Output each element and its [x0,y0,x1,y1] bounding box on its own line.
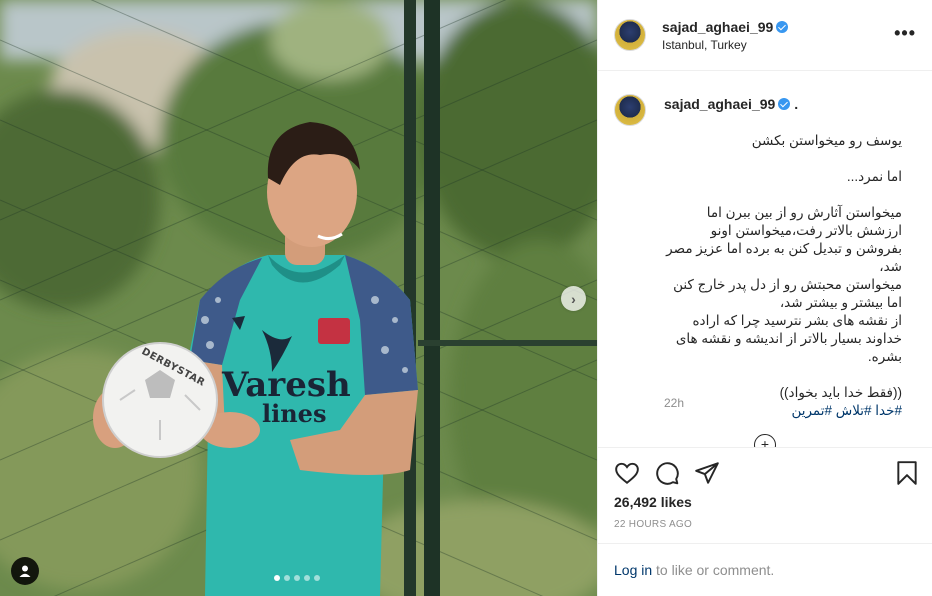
caption-body: یوسف رو میخواستن بکشن اما نمرد... میخواس… [666,133,902,400]
login-link[interactable]: Log in [614,562,652,578]
load-more-comments-icon[interactable]: + [754,434,776,447]
shirt-sponsor-text: Varesh lines [222,368,372,426]
carousel-dot [284,575,290,581]
photo-scene [0,0,597,596]
user-icon [19,565,31,577]
carousel-indicator [274,575,320,581]
login-prompt-text: to like or comment. [652,562,775,578]
carousel-dot [274,575,280,581]
post-side-panel: sajad_aghaei_99 Istanbul, Turkey ••• saj… [597,0,932,596]
bookmark-icon[interactable] [894,460,920,486]
avatar[interactable] [614,19,646,51]
caption-hashtags[interactable]: #خدا #تلاش #تمرین [791,403,902,418]
comment-timestamp[interactable]: 22h [664,396,684,410]
caption-text: یوسف رو میخواستن بکشن اما نمرد... میخواس… [664,114,902,420]
author-username-text[interactable]: sajad_aghaei_99 [662,19,773,35]
login-prompt: Log in to like or comment. [598,543,932,596]
heart-icon[interactable] [614,460,640,486]
caption-suffix: . [794,96,799,112]
caption-username[interactable]: sajad_aghaei_99 . [664,96,798,112]
verified-badge-icon [778,98,791,110]
post-header: sajad_aghaei_99 Istanbul, Turkey ••• [598,0,932,71]
carousel-next-button[interactable]: › [561,286,586,311]
post-photo[interactable]: Varesh lines DERBYSTAR › [0,0,597,596]
like-count[interactable]: 26,492 likes [614,494,692,510]
shirt-text-line1: Varesh [222,365,351,405]
carousel-dot [294,575,300,581]
shirt-text-line2: lines [262,399,327,428]
post-location[interactable]: Istanbul, Turkey [662,38,747,52]
post-actions: 26,492 likes 22 HOURS AGO [598,447,932,543]
chevron-right-icon: › [571,290,576,307]
post-age[interactable]: 22 HOURS AGO [614,519,692,530]
comments-section: sajad_aghaei_99 . یوسف رو میخواستن بکشن … [598,72,932,447]
comment-icon[interactable] [654,460,680,486]
tagged-users-button[interactable] [11,557,39,585]
author-username[interactable]: sajad_aghaei_99 [662,19,789,35]
avatar[interactable] [614,94,646,126]
verified-badge-icon [776,21,789,33]
caption-username-text[interactable]: sajad_aghaei_99 [664,96,775,112]
carousel-dot [304,575,310,581]
carousel-dot [314,575,320,581]
share-icon[interactable] [694,460,720,486]
more-options-icon[interactable]: ••• [894,24,916,42]
